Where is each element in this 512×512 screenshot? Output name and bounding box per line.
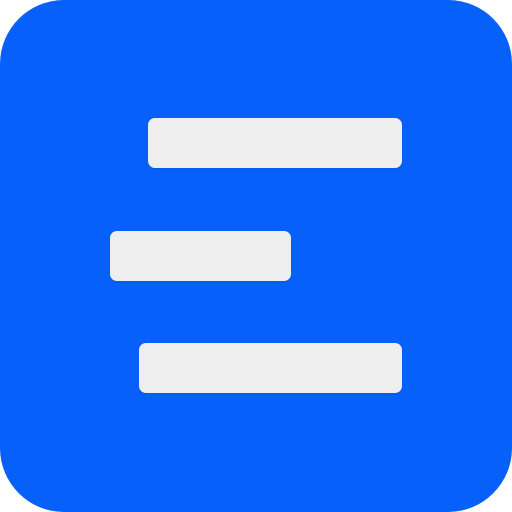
app-icon[interactable]	[0, 0, 512, 512]
icon-bar-bottom	[139, 343, 402, 393]
icon-bar-middle	[110, 231, 291, 281]
icon-bar-top	[148, 118, 402, 168]
